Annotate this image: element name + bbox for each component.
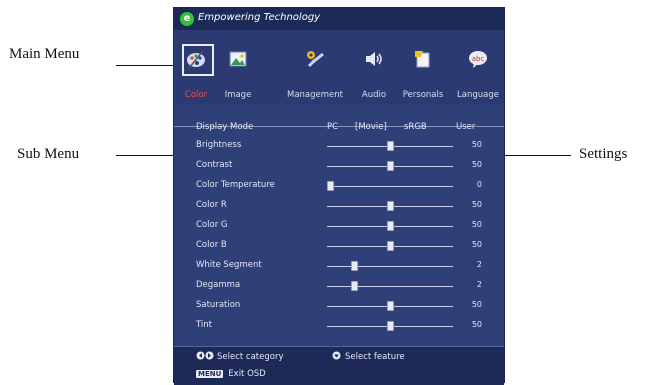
brand-logo-icon: e xyxy=(180,12,194,26)
exit-osd-text: Exit OSD xyxy=(228,369,266,379)
setting-row-degamma[interactable]: Degamma 2 xyxy=(174,277,504,295)
setting-value: 50 xyxy=(471,140,482,149)
setting-value: 50 xyxy=(471,300,482,309)
slider-knob[interactable] xyxy=(386,301,394,311)
slider-knob[interactable] xyxy=(386,321,394,331)
main-menu-tabs: Color Image Management Audio Personals a… xyxy=(174,30,504,127)
setting-value: 50 xyxy=(471,200,482,209)
main-menu-callout: Main Menu xyxy=(9,46,80,62)
tools-icon xyxy=(307,51,324,68)
select-feature-hint: Select feature xyxy=(332,351,405,362)
slider-knob[interactable] xyxy=(386,161,394,171)
slider-knob[interactable] xyxy=(386,201,394,211)
slider-knob[interactable] xyxy=(327,181,334,191)
setting-label: Color Temperature xyxy=(196,180,275,190)
tab-color[interactable]: Color xyxy=(176,32,216,104)
slider-knob[interactable] xyxy=(386,141,394,151)
document-icon xyxy=(415,51,430,68)
slider-track[interactable] xyxy=(327,266,453,267)
active-tab-frame xyxy=(182,44,214,76)
slider-knob[interactable] xyxy=(350,261,358,271)
setting-label: Saturation xyxy=(196,300,241,310)
tab-label: Color xyxy=(184,90,208,100)
setting-value: 50 xyxy=(471,240,482,249)
setting-row-white-segment[interactable]: White Segment 2 xyxy=(174,257,504,275)
display-mode-row[interactable]: Display Mode PC [Movie] sRGB User xyxy=(174,119,504,137)
tab-language[interactable]: abc Language xyxy=(453,32,503,104)
left-right-arrows-icon xyxy=(196,351,214,360)
tab-audio[interactable]: Audio xyxy=(356,32,392,104)
language-icon-text: abc xyxy=(472,55,485,63)
setting-value: 2 xyxy=(476,260,482,269)
speaker-icon xyxy=(366,52,382,66)
setting-label: Color G xyxy=(196,220,228,230)
setting-label: Color R xyxy=(196,200,227,210)
main-menu-leader-line xyxy=(116,65,181,66)
select-category-text: Select category xyxy=(217,352,284,362)
setting-row-color-g[interactable]: Color G 50 xyxy=(174,217,504,235)
display-mode-label: Display Mode xyxy=(196,122,254,132)
osd-menu: e Empowering Technology Color Image Mana… xyxy=(173,7,505,385)
setting-row-tint[interactable]: Tint 50 xyxy=(174,317,504,335)
speech-bubble-icon: abc xyxy=(469,51,487,68)
display-mode-option-srgb[interactable]: sRGB xyxy=(404,122,427,132)
setting-row-color-r[interactable]: Color R 50 xyxy=(174,197,504,215)
tab-label: Audio xyxy=(361,90,387,100)
setting-label: Degamma xyxy=(196,280,241,290)
down-arrow-icon xyxy=(332,351,341,360)
sub-menu-callout: Sub Menu xyxy=(17,146,80,162)
setting-row-saturation[interactable]: Saturation 50 xyxy=(174,297,504,315)
slider-knob[interactable] xyxy=(386,221,394,231)
select-category-hint: Select category xyxy=(196,351,284,362)
setting-row-contrast[interactable]: Contrast 50 xyxy=(174,157,504,175)
setting-label: White Segment xyxy=(196,260,262,270)
setting-value: 2 xyxy=(476,280,482,289)
tab-label: Management xyxy=(287,90,343,100)
tab-label: Image xyxy=(224,90,252,100)
setting-row-color-temperature[interactable]: Color Temperature 0 xyxy=(174,177,504,195)
osd-footer: Select category Select feature MENU Exit … xyxy=(174,346,504,385)
tab-personals[interactable]: Personals xyxy=(394,32,452,104)
setting-label: Color B xyxy=(196,240,227,250)
brand-text: Empowering Technology xyxy=(198,12,321,23)
settings-leader-line xyxy=(500,155,571,156)
osd-header: e Empowering Technology xyxy=(174,8,504,31)
setting-value: 0 xyxy=(476,180,482,189)
setting-row-color-b[interactable]: Color B 50 xyxy=(174,237,504,255)
tab-label: Personals xyxy=(402,90,444,100)
settings-callout: Settings xyxy=(579,146,628,162)
picture-icon xyxy=(229,51,247,67)
setting-value: 50 xyxy=(471,320,482,329)
slider-track[interactable] xyxy=(327,286,453,287)
select-feature-text: Select feature xyxy=(345,352,405,362)
slider-knob[interactable] xyxy=(350,281,358,291)
setting-value: 50 xyxy=(471,160,482,169)
setting-label: Contrast xyxy=(196,160,233,170)
display-mode-option-user[interactable]: User xyxy=(456,122,475,132)
setting-label: Tint xyxy=(196,320,213,330)
tab-label: Language xyxy=(457,90,499,100)
setting-label: Brightness xyxy=(196,140,242,150)
menu-key-icon: MENU xyxy=(196,370,224,378)
setting-row-brightness[interactable]: Brightness 50 xyxy=(174,137,504,155)
display-mode-option-pc[interactable]: PC xyxy=(327,122,338,132)
slider-knob[interactable] xyxy=(386,241,394,251)
exit-osd-hint: MENU Exit OSD xyxy=(196,369,266,379)
setting-value: 50 xyxy=(471,220,482,229)
tab-management[interactable]: Management xyxy=(280,32,350,104)
tab-image[interactable]: Image xyxy=(218,32,258,104)
display-mode-option-movie[interactable]: [Movie] xyxy=(355,122,387,132)
slider-track[interactable] xyxy=(327,186,453,187)
